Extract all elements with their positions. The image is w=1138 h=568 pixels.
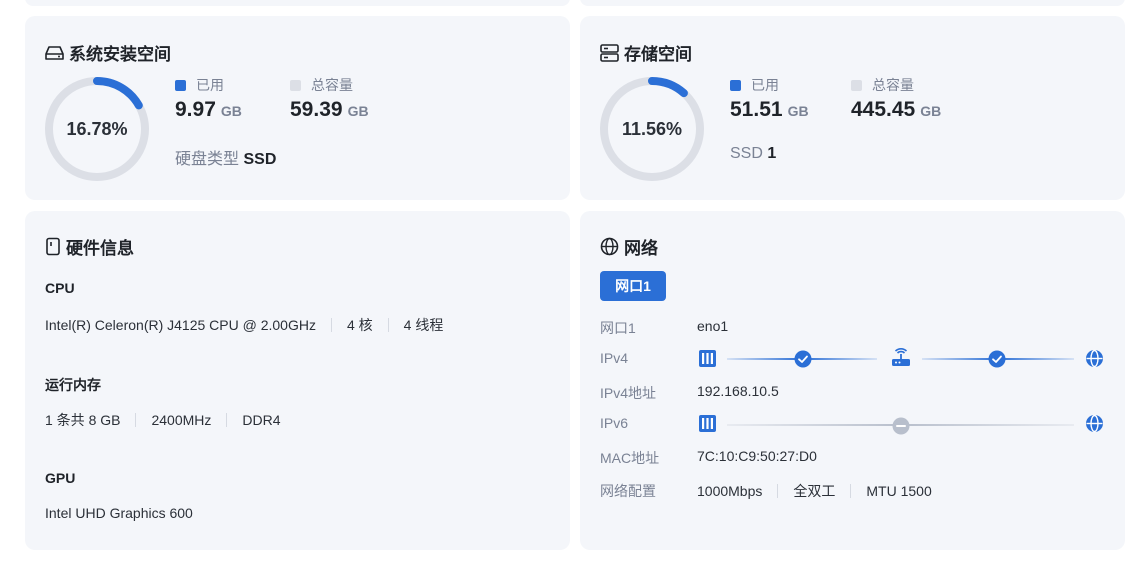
storage-space-total-value: 445.45 GB <box>851 98 941 122</box>
divider <box>777 484 779 498</box>
disk-type-value: SSD <box>243 151 277 168</box>
network-title: 网络 <box>600 234 658 259</box>
gpu-model: Intel UHD Graphics 600 <box>45 505 193 521</box>
hardware-title-text: 硬件信息 <box>66 239 134 258</box>
used-swatch <box>730 79 741 91</box>
disk-type: 硬盘类型 SSD <box>175 145 276 169</box>
gpu-info-row: Intel UHD Graphics 600 <box>45 505 193 521</box>
internet-globe-icon <box>1084 348 1104 368</box>
system-space-used-legend: 已用 <box>175 75 224 95</box>
config-duplex: 全双工 <box>793 483 836 499</box>
divider <box>226 413 228 427</box>
hardware-card: 硬件信息 CPU Intel(R) Celeron(R) J4125 CPU @… <box>25 211 570 550</box>
hardware-title: 硬件信息 <box>45 234 134 259</box>
memory-type: DDR4 <box>242 412 281 428</box>
used-number: 9.97 <box>175 98 216 121</box>
port-label: 网口1 <box>600 320 636 336</box>
used-number: 51.51 <box>730 98 783 121</box>
memory-heading: 运行内存 <box>45 377 101 393</box>
cpu-info-row: Intel(R) Celeron(R) J4125 CPU @ 2.00GHz … <box>45 315 443 335</box>
disk-type-label: 硬盘类型 <box>175 151 240 168</box>
cpu-heading: CPU <box>45 280 75 296</box>
check-circle-icon <box>794 350 812 368</box>
divider <box>330 318 332 332</box>
used-unit: GB <box>220 103 242 119</box>
config-row: 1000Mbps 全双工 MTU 1500 <box>697 481 932 501</box>
device-icon <box>46 237 60 256</box>
storage-space-used-value: 51.51 GB <box>730 98 809 122</box>
total-unit: GB <box>347 103 369 119</box>
config-label: 网络配置 <box>600 483 656 499</box>
total-legend-label: 总容量 <box>872 77 914 93</box>
total-legend-label: 总容量 <box>311 77 353 93</box>
tab-port-1[interactable]: 网口1 <box>600 271 666 301</box>
cpu-model: Intel(R) Celeron(R) J4125 CPU @ 2.00GHz <box>45 317 316 333</box>
system-space-total-legend: 总容量 <box>290 75 353 95</box>
used-legend-label: 已用 <box>196 77 224 93</box>
storage-space-card: 存储空间 11.56% 已用 总容量 51.51 GB 445.45 GB SSD … <box>580 16 1125 200</box>
mac-value: 7C:10:C9:50:27:D0 <box>697 448 817 464</box>
config-speed: 1000Mbps <box>697 483 763 499</box>
storage-space-title-text: 存储空间 <box>624 45 692 64</box>
memory-count: 1 条共 8 GB <box>45 412 121 428</box>
nas-device-icon <box>697 413 717 433</box>
disconnected-minus-icon <box>892 417 910 435</box>
total-number: 445.45 <box>851 98 916 121</box>
ipv6-label: IPv6 <box>600 415 629 431</box>
divider <box>387 318 389 332</box>
top-right-card-partial <box>580 0 1125 6</box>
system-space-card: 系统安装空间 16.78% 已用 总容量 9.97 GB 59.39 GB 硬盘类型… <box>25 16 570 200</box>
total-swatch <box>290 79 301 91</box>
network-title-text: 网络 <box>624 239 658 258</box>
system-space-title: 系统安装空间 <box>45 40 171 65</box>
divider <box>850 484 852 498</box>
top-left-card-partial <box>25 0 570 6</box>
memory-speed: 2400MHz <box>151 412 212 428</box>
router-icon <box>891 348 911 368</box>
hard-drive-icon <box>45 45 64 60</box>
total-unit: GB <box>920 103 942 119</box>
used-unit: GB <box>787 103 809 119</box>
used-swatch <box>175 79 186 91</box>
nas-device-icon <box>697 348 717 368</box>
storage-space-used-legend: 已用 <box>730 75 779 95</box>
disk-count: SSD 1 <box>730 145 776 163</box>
ipv4-address-value: 192.168.10.5 <box>697 383 779 399</box>
cpu-threads: 4 线程 <box>403 317 444 333</box>
storage-space-percent: 11.56% <box>621 119 683 139</box>
check-circle-icon <box>988 350 1006 368</box>
gpu-heading: GPU <box>45 470 76 486</box>
internet-globe-icon <box>1084 413 1104 433</box>
system-space-total-value: 59.39 GB <box>290 98 369 122</box>
storage-space-total-legend: 总容量 <box>851 75 914 95</box>
cpu-cores: 4 核 <box>346 317 373 333</box>
system-space-title-text: 系统安装空间 <box>69 45 171 64</box>
network-card: 网络 网口1 网口1 eno1 IPv4 IPv4地址 192.168.10.5… <box>580 211 1125 550</box>
used-legend-label: 已用 <box>751 77 779 93</box>
ipv4-address-label: IPv4地址 <box>600 385 657 401</box>
memory-info-row: 1 条共 8 GB 2400MHz DDR4 <box>45 410 281 430</box>
ipv4-label: IPv4 <box>600 350 629 366</box>
disk-count-label: SSD <box>730 145 763 162</box>
system-space-percent: 16.78% <box>66 119 128 139</box>
disk-count-value: 1 <box>767 145 777 162</box>
port-value: eno1 <box>697 318 729 334</box>
mac-label: MAC地址 <box>600 450 660 466</box>
storage-server-icon <box>600 43 619 62</box>
total-swatch <box>851 79 862 91</box>
total-number: 59.39 <box>290 98 343 121</box>
divider <box>135 413 137 427</box>
system-space-used-value: 9.97 GB <box>175 98 242 122</box>
storage-space-title: 存储空间 <box>600 40 692 65</box>
globe-icon <box>600 237 619 256</box>
config-mtu: MTU 1500 <box>866 483 932 499</box>
